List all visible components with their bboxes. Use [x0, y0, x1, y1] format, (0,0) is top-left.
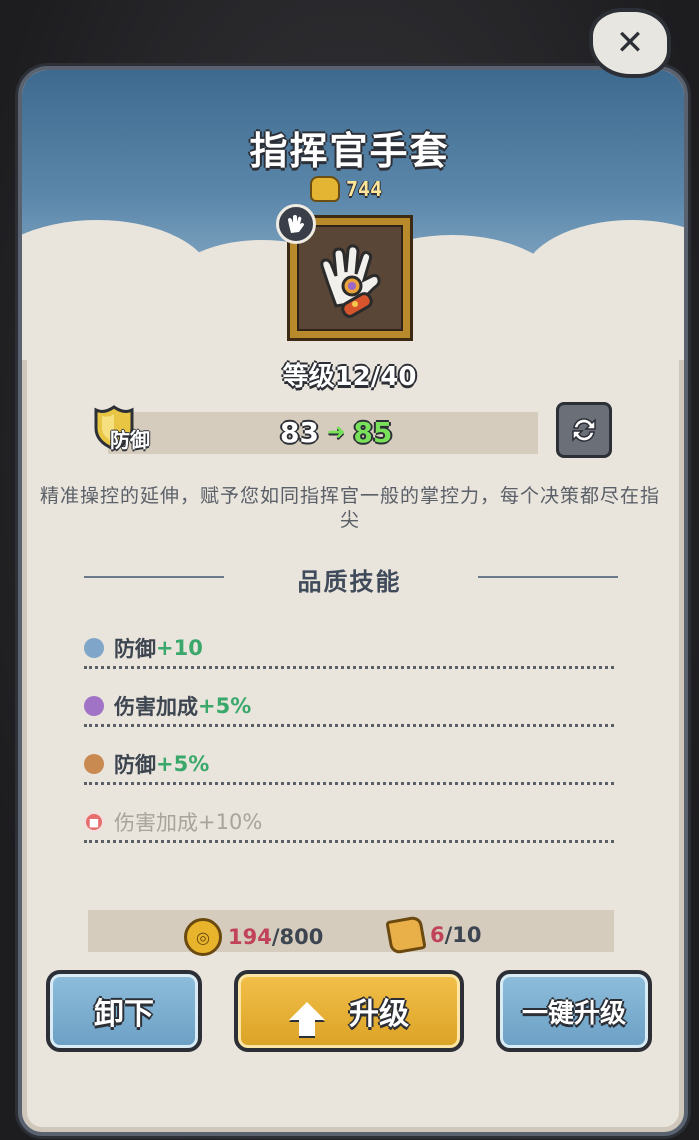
- quality-skill-row-locked: ■ 伤害加成 +10%: [84, 804, 614, 843]
- glove-icon: [320, 244, 381, 318]
- scroll-icon: [385, 915, 427, 955]
- slot-type-badge: [276, 204, 316, 244]
- power-value: 744: [346, 177, 383, 201]
- unequip-label: 卸下: [94, 997, 154, 1032]
- arrow-right-icon: ➜: [326, 420, 346, 445]
- close-button[interactable]: ✕: [589, 8, 671, 78]
- upgrade-cost-bar: [88, 910, 614, 952]
- quality-dot-icon: [84, 696, 104, 716]
- item-level: 等级12/40: [282, 362, 417, 392]
- section-divider-right: [478, 576, 618, 578]
- stat-change: 83 ➜ 85: [280, 416, 392, 449]
- skill-bonus: +10%: [198, 810, 263, 834]
- quality-skill-row: 伤害加成 +5%: [84, 688, 614, 727]
- close-icon: ✕: [615, 23, 645, 63]
- skill-name: 防御: [114, 753, 156, 777]
- stat-label: 防御: [110, 428, 150, 452]
- item-title: 指挥官手套: [249, 129, 450, 173]
- skill-name: 防御: [114, 637, 156, 661]
- auto-upgrade-button[interactable]: 一键升级: [496, 970, 652, 1052]
- fist-power-icon: [310, 176, 340, 202]
- power-indicator: 744: [310, 176, 382, 202]
- coin-icon: ◎: [184, 918, 222, 956]
- scroll-need: /10: [444, 923, 482, 947]
- skill-bonus: +5%: [198, 694, 252, 718]
- item-icon-background: [297, 225, 403, 331]
- scroll-have: 6: [430, 923, 445, 947]
- hand-icon: [288, 215, 304, 233]
- quality-skills-title: 品质技能: [297, 568, 402, 596]
- skill-bonus: +5%: [156, 752, 210, 776]
- quality-dot-icon: [84, 754, 104, 774]
- upgrade-button[interactable]: 升级: [234, 970, 464, 1052]
- stat-next-value: 85: [353, 416, 393, 449]
- upgrade-label: 升级: [349, 997, 409, 1032]
- quality-dot-icon: [84, 638, 104, 658]
- item-description: 精准操控的延伸，赋予您如同指挥官一般的掌控力，每个决策都尽在指尖: [40, 485, 661, 531]
- skill-bonus: +10: [156, 636, 203, 660]
- unequip-button[interactable]: 卸下: [46, 970, 202, 1052]
- skill-name: 伤害加成: [114, 695, 198, 719]
- coin-need: /800: [271, 925, 324, 949]
- skill-name: 伤害加成: [114, 811, 198, 835]
- refresh-icon: [572, 418, 596, 442]
- coin-cost: ◎ 194/800: [184, 918, 323, 956]
- scroll-cost: 6/10: [385, 915, 482, 955]
- quality-skill-row: 防御 +10: [84, 630, 614, 669]
- auto-upgrade-label: 一键升级: [521, 998, 626, 1029]
- up-arrow-icon: [289, 1002, 325, 1036]
- stat-current-value: 83: [280, 416, 319, 449]
- quality-skill-row: 防御 +5%: [84, 746, 614, 785]
- lock-icon: ■: [84, 812, 104, 832]
- coin-have: 194: [228, 925, 272, 949]
- refresh-button[interactable]: [556, 402, 612, 458]
